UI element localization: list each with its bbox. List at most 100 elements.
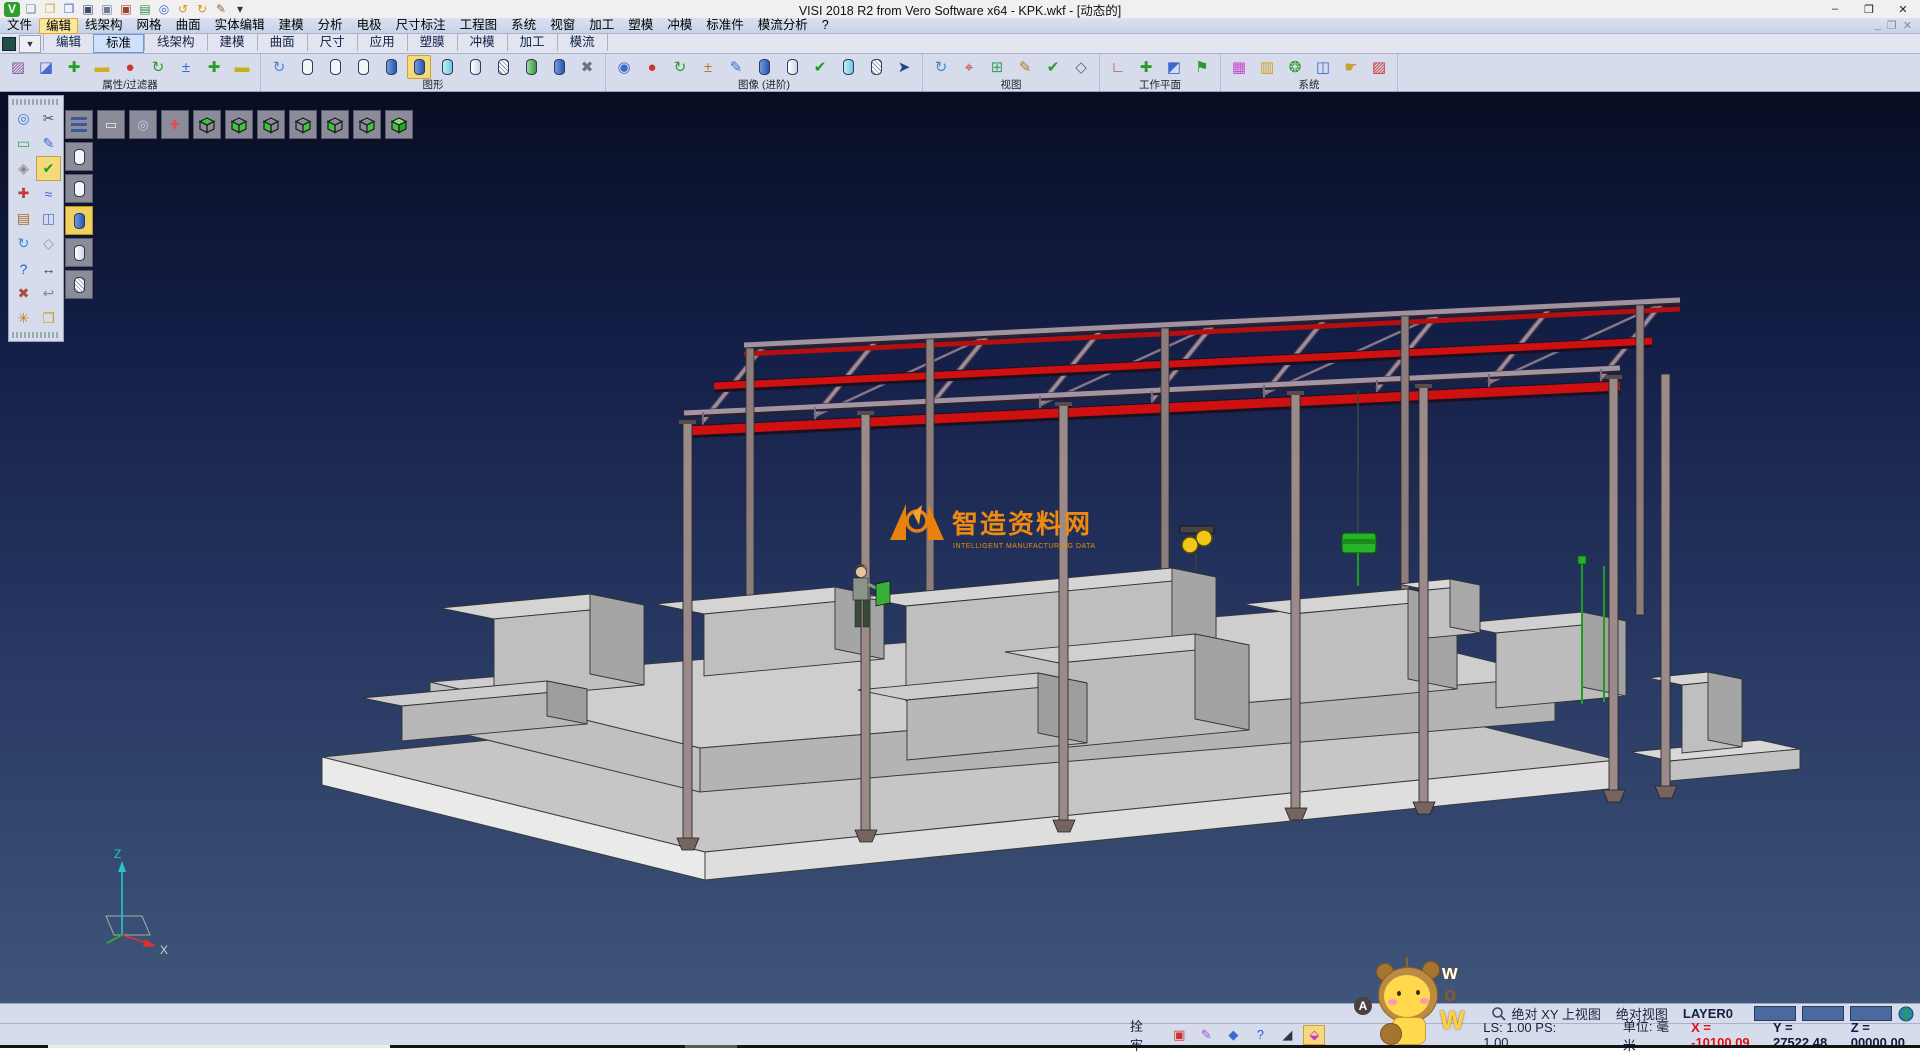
tab-塑膜[interactable]: 塑膜 bbox=[407, 34, 457, 51]
adv-toggle-icon[interactable]: ± bbox=[696, 55, 720, 79]
adv-translucent-icon[interactable] bbox=[836, 55, 860, 79]
translucent-icon[interactable] bbox=[435, 55, 459, 79]
hidden-dashed-icon[interactable] bbox=[351, 55, 375, 79]
fit-view-icon[interactable]: ▭ bbox=[97, 110, 125, 139]
restore-button[interactable]: ❐ bbox=[1852, 0, 1886, 18]
adv-trafficlight-icon[interactable]: ● bbox=[640, 55, 664, 79]
regen-icon[interactable]: ↻ bbox=[267, 55, 291, 79]
help-icon[interactable]: ? bbox=[11, 256, 36, 281]
sys-tools-icon[interactable]: ❂ bbox=[1283, 55, 1307, 79]
view-top-icon[interactable] bbox=[193, 110, 221, 139]
mdi-minimize-button[interactable]: _ bbox=[1875, 19, 1881, 32]
plane-axis-icon[interactable]: ∟ bbox=[1106, 55, 1130, 79]
tab-冲模[interactable]: 冲模 bbox=[457, 34, 507, 51]
attributes-icon[interactable]: ▤ bbox=[11, 206, 36, 231]
view-iso-icon[interactable] bbox=[385, 110, 413, 139]
adv-hatch-icon[interactable] bbox=[864, 55, 888, 79]
hidden-line-icon[interactable] bbox=[323, 55, 347, 79]
rect-select-icon[interactable]: ▭ bbox=[11, 131, 36, 156]
pen-icon[interactable]: ✎ bbox=[213, 2, 229, 17]
tab-加工[interactable]: 加工 bbox=[507, 34, 557, 51]
tab-编辑[interactable]: 编辑 bbox=[43, 34, 93, 51]
mdi-restore-button[interactable]: ❐ bbox=[1887, 19, 1897, 32]
view-iso-icon[interactable]: ◇ bbox=[1069, 55, 1093, 79]
view-window-icon[interactable]: ⊞ bbox=[985, 55, 1009, 79]
tab-标准[interactable]: 标准 bbox=[93, 34, 144, 53]
fill-icon[interactable]: ◆ bbox=[1222, 1025, 1244, 1045]
delete-icon[interactable]: ✖ bbox=[11, 281, 36, 306]
shaded-edges-icon[interactable] bbox=[407, 55, 431, 79]
new-file-icon[interactable]: ❏ bbox=[23, 2, 39, 17]
plane-face-icon[interactable]: ◩ bbox=[1162, 55, 1186, 79]
redo-icon[interactable]: ↻ bbox=[194, 2, 210, 17]
plane-new-icon[interactable]: ✚ bbox=[1134, 55, 1158, 79]
menu-网格[interactable]: 网格 bbox=[130, 18, 169, 32]
view-rotate-icon[interactable]: ↻ bbox=[929, 55, 953, 79]
sys-pick-icon[interactable]: ☛ bbox=[1339, 55, 1363, 79]
3d-viewport[interactable]: 智造资料网 INTELLIGENT MANUFACTURING DATA Z X… bbox=[0, 92, 1920, 1003]
wand-icon[interactable]: ✎ bbox=[1195, 1025, 1217, 1045]
render-settings-icon[interactable]: ✖ bbox=[575, 55, 599, 79]
menu-加工[interactable]: 加工 bbox=[582, 18, 621, 32]
menu-编辑[interactable]: 编辑 bbox=[39, 18, 78, 34]
close-button[interactable]: ✕ bbox=[1886, 0, 1920, 18]
strip-wireframe-icon[interactable] bbox=[65, 142, 93, 171]
tab-建模[interactable]: 建模 bbox=[207, 34, 257, 51]
menu-视窗[interactable]: 视窗 bbox=[543, 18, 582, 32]
visibility-refresh-icon[interactable]: ↻ bbox=[146, 55, 170, 79]
view-back-icon[interactable] bbox=[353, 110, 381, 139]
help-icon[interactable]: ? bbox=[1249, 1025, 1271, 1045]
plane-flag-icon[interactable]: ⚑ bbox=[1190, 55, 1214, 79]
adv-check-icon[interactable]: ✔ bbox=[808, 55, 832, 79]
solid-cube-icon[interactable]: ◇ bbox=[36, 231, 61, 256]
tab-dropdown-button[interactable]: ▼ bbox=[19, 35, 41, 53]
strip-hatch-icon[interactable] bbox=[65, 270, 93, 299]
tab-线架构[interactable]: 线架构 bbox=[144, 34, 207, 51]
print-icon[interactable]: ▤ bbox=[137, 2, 153, 17]
toolbox-drag-handle[interactable] bbox=[12, 99, 60, 105]
render-copy-icon[interactable] bbox=[547, 55, 571, 79]
preview-icon[interactable]: ◎ bbox=[156, 2, 172, 17]
strip-shaded-icon[interactable] bbox=[65, 206, 93, 235]
ucs-cube-icon[interactable]: ⬙ bbox=[1303, 1025, 1325, 1045]
menu-工程图[interactable]: 工程图 bbox=[453, 18, 505, 32]
menu-冲模[interactable]: 冲模 bbox=[660, 18, 699, 32]
visibility-toggle-icon[interactable]: ± bbox=[174, 55, 198, 79]
view-left-icon[interactable] bbox=[257, 110, 285, 139]
view-sketch-icon[interactable]: ✎ bbox=[1013, 55, 1037, 79]
menu-实体编辑[interactable]: 实体编辑 bbox=[208, 18, 272, 32]
menu-文件[interactable]: 文件 bbox=[0, 18, 39, 32]
strip-hidden-icon[interactable] bbox=[65, 174, 93, 203]
zoom-view-icon[interactable]: ◎ bbox=[129, 110, 157, 139]
save-as-icon[interactable]: ▣ bbox=[99, 2, 115, 17]
open-doc-icon[interactable]: ❐ bbox=[36, 306, 61, 331]
tab-曲面[interactable]: 曲面 bbox=[257, 34, 307, 51]
more-dropdown-icon[interactable]: ▾ bbox=[232, 2, 248, 17]
undo-arrow-icon[interactable]: ↩ bbox=[36, 281, 61, 306]
undo-icon[interactable]: ↺ bbox=[175, 2, 191, 17]
tab-模流[interactable]: 模流 bbox=[557, 34, 608, 51]
tab-尺寸[interactable]: 尺寸 bbox=[307, 34, 357, 51]
flat-icon[interactable] bbox=[463, 55, 487, 79]
snap-icon[interactable]: ◢ bbox=[1276, 1025, 1298, 1045]
menu-模流分析[interactable]: 模流分析 bbox=[751, 18, 815, 32]
attr-paint-icon[interactable]: ▨ bbox=[6, 55, 30, 79]
validate-icon[interactable]: ✔ bbox=[36, 156, 61, 181]
minimize-button[interactable]: – bbox=[1818, 0, 1852, 18]
menu-分析[interactable]: 分析 bbox=[311, 18, 350, 32]
menu-曲面[interactable]: 曲面 bbox=[169, 18, 208, 32]
menu-塑模[interactable]: 塑模 bbox=[621, 18, 660, 32]
hatch-icon[interactable] bbox=[491, 55, 515, 79]
viewport-split-icon[interactable]: ◫ bbox=[36, 206, 61, 231]
regen-icon[interactable]: ↻ bbox=[11, 231, 36, 256]
adv-shaded-icon[interactable] bbox=[752, 55, 776, 79]
hide-all-icon[interactable]: ▬ bbox=[230, 55, 254, 79]
view-right-icon[interactable] bbox=[289, 110, 317, 139]
save-icon[interactable]: ▣ bbox=[80, 2, 96, 17]
render-strip-menu-button[interactable] bbox=[65, 110, 93, 139]
move-axes-icon[interactable]: ✚ bbox=[11, 181, 36, 206]
wireframe-icon[interactable] bbox=[295, 55, 319, 79]
adv-arrow-icon[interactable]: ➤ bbox=[892, 55, 916, 79]
view-accept-icon[interactable]: ✔ bbox=[1041, 55, 1065, 79]
zoom-extent-icon[interactable]: ◈ bbox=[11, 156, 36, 181]
